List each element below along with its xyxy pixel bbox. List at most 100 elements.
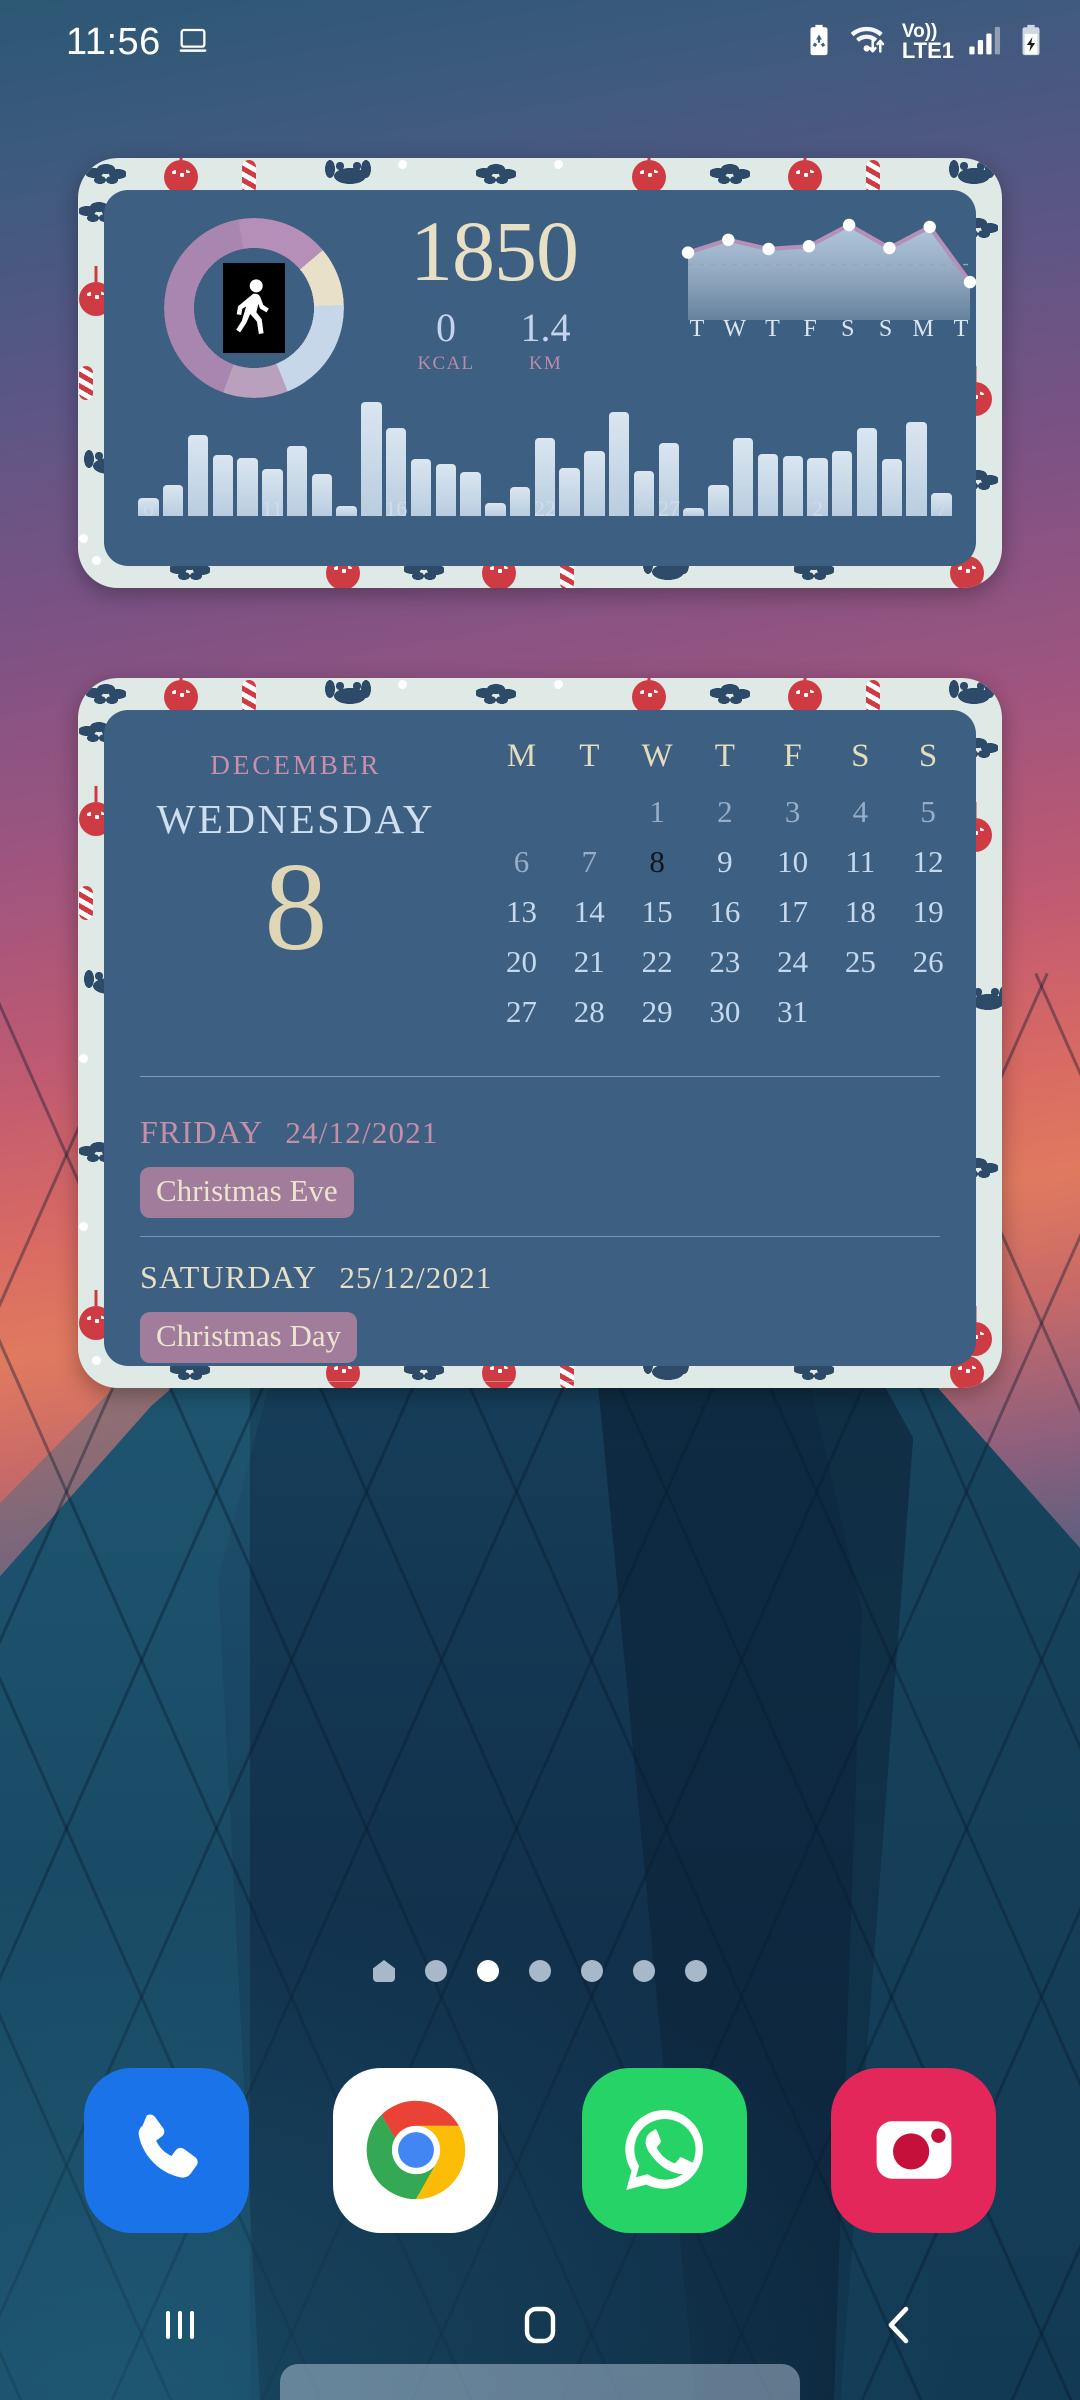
calendar-date-cell[interactable]: 10 [759, 839, 827, 885]
page-indicator[interactable] [0, 1960, 1080, 1982]
app-icon-phone[interactable] [84, 2067, 249, 2233]
calendar-date-cell[interactable]: 5 [894, 789, 962, 835]
status-bar-left: 11:56 [66, 21, 209, 64]
calendar-month-label: DECEMBER [210, 750, 382, 780]
kcal-unit: KCAL [417, 353, 475, 374]
calendar-date-cell[interactable]: 6 [488, 839, 556, 885]
calendar-widget[interactable]: DECEMBER WEDNESDAY 8 M T W T F S S 1 2 3 4 5 6 7 8 9 10 1… [78, 678, 1002, 1388]
calendar-event-row[interactable]: SUNDAY26/12/2021 [140, 1381, 940, 1388]
walking-person-icon [223, 263, 285, 353]
calendar-date-grid[interactable]: M T W T F S S 1 2 3 4 5 6 7 8 9 10 11 12 13 14 15 16 17 18 19 20 21… [488, 738, 962, 1035]
bauble-ornament [632, 680, 666, 714]
calendar-date-cell[interactable]: 27 [488, 989, 556, 1035]
calendar-date-cell[interactable]: 16 [691, 889, 759, 935]
app-icon-chrome[interactable] [333, 2067, 498, 2233]
calendar-date-cell[interactable]: 15 [623, 889, 691, 935]
calendar-date-cell[interactable]: 12 [894, 839, 962, 885]
bar-chart-tick: 27 [657, 496, 680, 521]
calendar-day-header: F [783, 738, 802, 774]
calendar-date-cell[interactable]: 7 [555, 839, 623, 885]
dot-ornament [79, 534, 88, 543]
page-dot[interactable] [633, 1960, 655, 1982]
bar-chart-tick: 7 [936, 496, 948, 521]
calendar-date-cell[interactable]: 17 [759, 889, 827, 935]
back-chevron-icon [888, 2306, 909, 2344]
event-weekday: FRIDAY [140, 1114, 264, 1150]
dot-ornament [79, 1222, 88, 1231]
calendar-date-cell[interactable]: 19 [894, 889, 962, 935]
dot-ornament [79, 1054, 88, 1063]
event-chip[interactable]: Christmas Day [140, 1312, 358, 1363]
calendar-date-cell[interactable]: 28 [555, 989, 623, 1035]
calendar-date-cell[interactable]: 14 [555, 889, 623, 935]
calendar-date-cell[interactable]: 24 [759, 939, 827, 985]
calendar-date-cell[interactable]: 31 [759, 989, 827, 1035]
calendar-date-cell[interactable]: 18 [826, 889, 894, 935]
calendar-today-cell[interactable]: 8 [623, 839, 691, 885]
calendar-date-cell[interactable]: 11 [826, 839, 894, 885]
phone-icon [138, 2114, 198, 2178]
dot-ornament [398, 160, 407, 169]
steps-summary: 1850 0 KCAL 1.4 KM [389, 208, 599, 375]
calendar-date-cell[interactable]: 1 [623, 789, 691, 835]
home-button[interactable] [480, 2280, 600, 2370]
cane-ornament [242, 160, 256, 194]
calendar-event-row[interactable]: FRIDAY 24/12/2021 Christmas Eve [140, 1092, 940, 1236]
calendar-month-grid[interactable]: M T W T F S S 1 2 3 4 5 6 7 8 9 10 11 12 13 14 15 16 17 18 19 20 21… [488, 738, 976, 1035]
calendar-date-cell[interactable]: 3 [759, 789, 827, 835]
home-square-icon [524, 2306, 556, 2344]
calendar-date-cell[interactable]: 20 [488, 939, 556, 985]
status-bar: 11:56 Vo)) LTE1 [0, 0, 1080, 84]
calendar-day-header: T [714, 738, 735, 774]
calendar-date-cell[interactable]: 2 [691, 789, 759, 835]
event-chip[interactable]: Christmas Eve [140, 1167, 354, 1218]
event-date-header: FRIDAY 24/12/2021 [140, 1114, 940, 1151]
cane-ornament [79, 886, 93, 920]
line-chart-x-labels: TWTFSSMT [679, 316, 979, 343]
page-dot[interactable] [685, 1960, 707, 1982]
deer-ornament [944, 160, 996, 186]
lte-label: LTE1 [901, 37, 954, 63]
bar-chart-tick: 16 [385, 496, 408, 521]
calendar-widget-body: DECEMBER WEDNESDAY 8 M T W T F S S 1 2 3 4 5 6 7 8 9 10 1… [104, 710, 976, 1382]
app-icon-whatsapp[interactable] [582, 2067, 747, 2233]
status-bar-right: Vo)) LTE1 [804, 22, 1046, 63]
calendar-date-cell[interactable]: 23 [691, 939, 759, 985]
monthly-steps-bar-chart: 6 11 16 22 27 2 7 [136, 386, 954, 526]
calendar-date-cell[interactable]: 29 [623, 989, 691, 1035]
back-button[interactable] [840, 2280, 960, 2370]
calendar-event-row[interactable]: SATURDAY 25/12/2021 Christmas Day [140, 1236, 940, 1381]
kcal-stat: 0 KCAL [418, 308, 475, 375]
leaf-ornament [86, 680, 126, 706]
recents-bars-icon [166, 2311, 194, 2339]
calendar-date-cell[interactable]: 22 [623, 939, 691, 985]
deer-ornament [320, 160, 372, 186]
recents-button[interactable] [120, 2280, 240, 2370]
line-chart-tick: M [912, 316, 934, 342]
app-icon-camera[interactable] [831, 2067, 996, 2233]
event-weekday: SATURDAY [140, 1259, 318, 1295]
calendar-date-cell[interactable]: 13 [488, 889, 556, 935]
gesture-handle[interactable] [280, 2364, 800, 2400]
page-dot-active[interactable] [477, 1960, 499, 1982]
calendar-date-cell[interactable]: 21 [555, 939, 623, 985]
dot-ornament [398, 680, 407, 689]
calendar-events-list[interactable]: FRIDAY 24/12/2021 Christmas Eve SATURDAY 25/… [140, 1092, 940, 1388]
calendar-date-cell[interactable]: 26 [894, 939, 962, 985]
leaf-ornament [710, 160, 750, 186]
desktop-monitor-icon [177, 24, 209, 61]
line-chart-tick: T [953, 316, 969, 342]
calendar-date-cell[interactable]: 25 [826, 939, 894, 985]
page-dot[interactable] [581, 1960, 603, 1982]
camera-icon [876, 2121, 951, 2179]
dot-ornament [554, 680, 563, 689]
calendar-date-cell[interactable]: 4 [826, 789, 894, 835]
page-dot[interactable] [425, 1960, 447, 1982]
event-date: 24/12/2021 [285, 1115, 439, 1150]
dot-ornament [92, 556, 101, 565]
fitness-widget[interactable]: 1850 0 KCAL 1.4 KM TWTFSSMT 6 11 16 22 27 2 7 [78, 158, 1002, 588]
page-dot[interactable] [529, 1960, 551, 1982]
page-dot-home[interactable] [373, 1960, 395, 1982]
calendar-date-cell[interactable]: 9 [691, 839, 759, 885]
calendar-date-cell[interactable]: 30 [691, 989, 759, 1035]
